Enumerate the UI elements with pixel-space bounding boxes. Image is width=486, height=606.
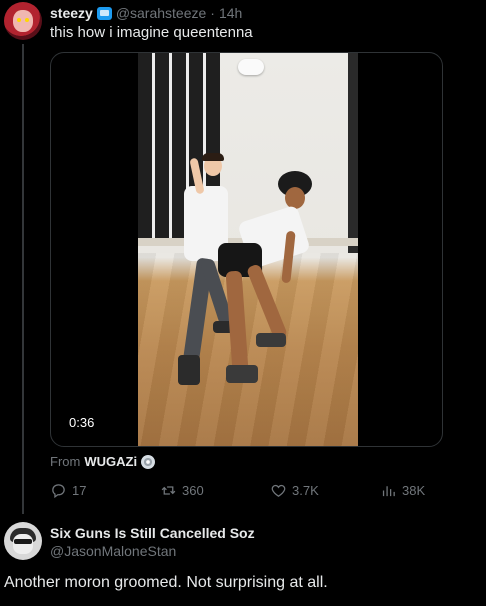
tweet-time[interactable]: 14h (219, 5, 242, 21)
like-count: 3.7K (292, 483, 319, 498)
author-avatar[interactable] (4, 2, 42, 40)
thread-line (22, 44, 24, 514)
action-bar: 17 360 3.7K 38K (50, 482, 430, 500)
repost-icon (161, 486, 176, 495)
video-scene-door (348, 53, 358, 253)
figure-head (285, 187, 305, 209)
video-duration: 0:36 (63, 413, 101, 432)
figure-shoe (256, 333, 286, 347)
author-handle[interactable]: @sarahsteeze (116, 5, 206, 21)
video-frame[interactable] (138, 53, 358, 446)
tweet-header: steezy @sarahsteeze · 14h (50, 4, 242, 22)
repost-button[interactable]: 360 (160, 482, 204, 499)
reply-count: 17 (72, 483, 87, 498)
figure-hair (202, 153, 224, 161)
views-icon (382, 486, 395, 497)
tv-badge-icon (96, 6, 112, 20)
source-label: From (50, 454, 81, 469)
avatar-sunglasses (14, 539, 32, 544)
like-button[interactable]: 3.7K (270, 482, 319, 499)
repost-count: 360 (182, 483, 204, 498)
reply-avatar[interactable] (4, 522, 42, 560)
disc-icon (141, 454, 156, 469)
video-scene-camera (238, 59, 264, 75)
video-scene-floor (138, 253, 358, 446)
video-source: From WUGAZi (50, 454, 156, 469)
author-name[interactable]: steezy (50, 5, 93, 21)
figure-shoe (178, 355, 200, 385)
reply-button[interactable]: 17 (50, 482, 86, 499)
reply-text: Another moron groomed. Not surprising at… (4, 574, 328, 591)
source-name[interactable]: WUGAZi (84, 454, 137, 469)
tweet-text: this how i imagine queentenna (50, 24, 253, 41)
avatar-face (13, 534, 33, 554)
reply-author-handle[interactable]: @JasonMaloneStan (50, 543, 176, 559)
figure-shoe (226, 365, 258, 383)
views-count: 38K (402, 483, 426, 498)
separator: · (210, 5, 215, 21)
video-player[interactable]: 0:36 (50, 52, 443, 447)
views-button[interactable]: 38K (380, 482, 425, 499)
avatar-face (13, 10, 33, 32)
reply-author-name[interactable]: Six Guns Is Still Cancelled Soz (50, 525, 255, 541)
avatar-eye (17, 18, 21, 22)
reply-icon (52, 484, 65, 499)
heart-icon (271, 484, 286, 497)
avatar-eye (25, 18, 29, 22)
